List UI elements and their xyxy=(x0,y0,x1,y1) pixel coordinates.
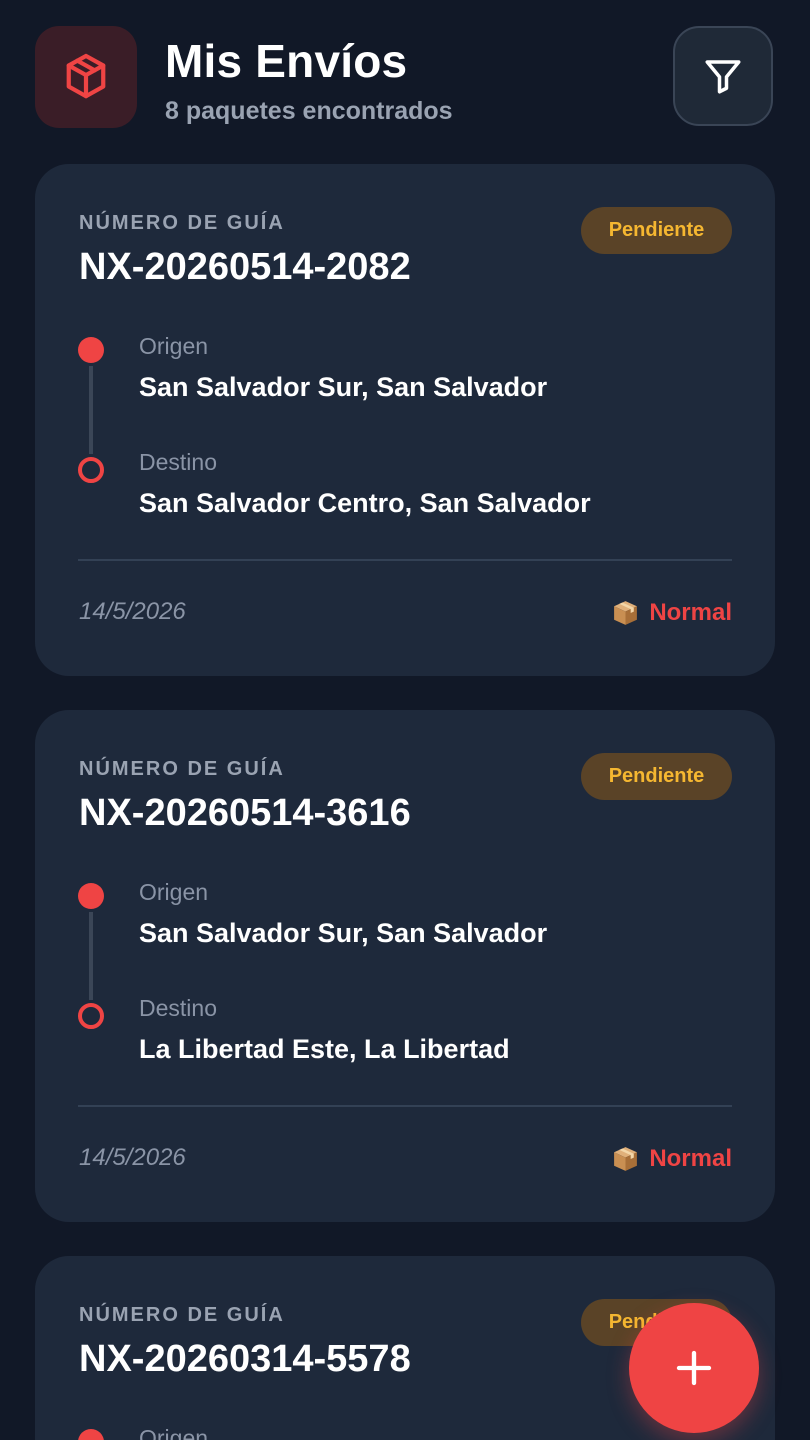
tracking-number-label: NÚMERO DE GUÍA xyxy=(79,758,285,780)
package-icon xyxy=(66,53,106,99)
tracking-number: NX-20260514-2082 xyxy=(79,246,411,288)
origin-value: San Salvador Sur, San Salvador xyxy=(139,372,548,402)
add-shipment-button[interactable] xyxy=(629,1303,759,1433)
shipment-card[interactable]: NÚMERO DE GUÍA NX-20260514-3616 Pendient… xyxy=(35,710,775,1222)
package-emoji-icon xyxy=(614,601,638,625)
origin-label: Origen xyxy=(139,879,209,905)
origin-value: San Salvador Sur, San Salvador xyxy=(139,918,548,948)
origin-label: Origen xyxy=(139,1425,209,1440)
tracking-number: NX-20260514-3616 xyxy=(79,792,411,834)
package-emoji-icon xyxy=(614,1147,638,1171)
shipments-screen: Mis Envíos 8 paquetes encontrados NÚMERO… xyxy=(0,0,810,1440)
destination-dot-icon xyxy=(78,457,104,483)
shipment-date: 14/5/2026 xyxy=(79,598,186,625)
destination-label: Destino xyxy=(139,449,217,475)
header: Mis Envíos 8 paquetes encontrados xyxy=(0,0,810,160)
divider xyxy=(78,1105,732,1107)
tracking-number-label: NÚMERO DE GUÍA xyxy=(79,1304,285,1326)
route-line xyxy=(89,366,93,454)
route-line xyxy=(89,912,93,1000)
shipment-card[interactable]: NÚMERO DE GUÍA NX-20260514-2082 Pendient… xyxy=(35,164,775,676)
origin-dot-icon xyxy=(78,1429,104,1440)
origin-label: Origen xyxy=(139,333,209,359)
origin-dot-icon xyxy=(78,337,104,363)
status-badge: Pendiente xyxy=(581,207,732,254)
divider xyxy=(78,559,732,561)
origin-dot-icon xyxy=(78,883,104,909)
tracking-number: NX-20260314-5578 xyxy=(79,1338,411,1380)
plus-icon xyxy=(676,1350,712,1386)
destination-value: La Libertad Este, La Libertad xyxy=(139,1034,510,1064)
app-logo xyxy=(35,26,137,128)
priority-indicator: Normal xyxy=(611,598,732,627)
filter-icon xyxy=(705,60,741,94)
priority-label: Normal xyxy=(649,1144,732,1172)
page-title: Mis Envíos xyxy=(165,35,408,87)
priority-indicator: Normal xyxy=(611,1144,732,1173)
results-count: 8 paquetes encontrados xyxy=(165,97,453,125)
filter-button[interactable] xyxy=(673,26,773,126)
tracking-number-label: NÚMERO DE GUÍA xyxy=(79,212,285,234)
destination-label: Destino xyxy=(139,995,217,1021)
status-badge: Pendiente xyxy=(581,753,732,800)
destination-value: San Salvador Centro, San Salvador xyxy=(139,488,591,518)
destination-dot-icon xyxy=(78,1003,104,1029)
priority-label: Normal xyxy=(649,598,732,626)
shipment-date: 14/5/2026 xyxy=(79,1144,186,1171)
